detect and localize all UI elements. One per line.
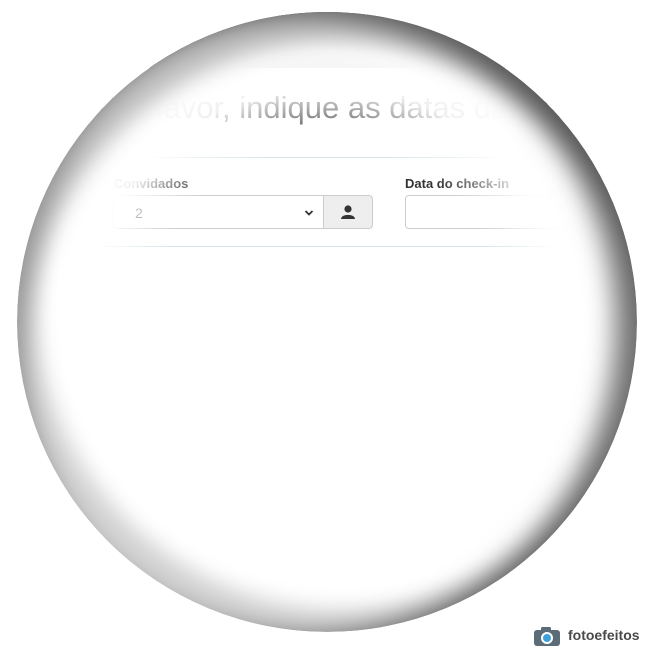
guests-addon xyxy=(323,195,373,229)
guests-select[interactable]: 2 xyxy=(113,195,323,229)
checkin-date-input[interactable] xyxy=(405,195,637,229)
guests-select-value: 2 xyxy=(135,205,143,221)
guests-label: Convidados xyxy=(114,176,189,191)
navbar-brand[interactable]: maloca xyxy=(172,30,230,50)
top-navbar: maloca xyxy=(17,12,637,68)
checkin-label: Data do check-in xyxy=(405,176,510,191)
camera-icon xyxy=(534,627,560,646)
booking-page: maloca Por favor, indique as datas da su… xyxy=(17,12,637,632)
user-icon xyxy=(341,205,355,219)
chevron-down-icon xyxy=(304,210,314,216)
watermark: fotoefeitos xyxy=(532,625,640,647)
page-title: Por favor, indique as datas da sua xyxy=(98,90,567,125)
watermark-text: fotoefeitos xyxy=(568,627,640,643)
circular-vignette: maloca Por favor, indique as datas da su… xyxy=(17,12,637,632)
booking-form-panel: Convidados 2 Data do check-in xyxy=(96,157,637,247)
